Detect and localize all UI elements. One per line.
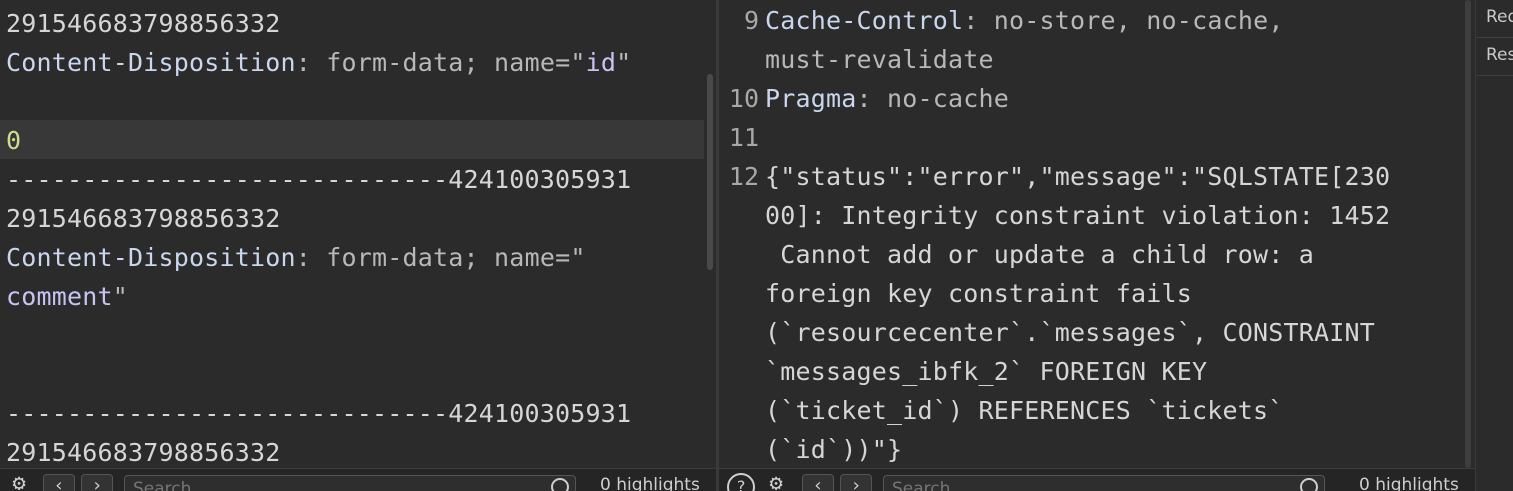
response-body-text: `messages_ibfk_2` FOREIGN KEY bbox=[765, 357, 1208, 386]
line-number bbox=[719, 274, 759, 313]
gear-icon[interactable]: ⚙ bbox=[765, 473, 787, 491]
response-line[interactable]: Pragma: no-cache bbox=[765, 79, 1009, 118]
header-separator: : bbox=[856, 84, 888, 113]
line-number bbox=[719, 235, 759, 274]
request-search-input[interactable] bbox=[131, 478, 518, 491]
header-name: Pragma bbox=[765, 84, 857, 113]
response-line[interactable]: (`ticket_id`) REFERENCES `tickets` bbox=[765, 391, 1284, 430]
search-icon[interactable] bbox=[1300, 478, 1318, 491]
header-param-value: comment bbox=[6, 282, 113, 311]
request-scrollbar[interactable] bbox=[707, 74, 713, 270]
request-highlights-count: 0 highlights bbox=[600, 475, 700, 491]
response-line[interactable]: foreign key constraint fails bbox=[765, 274, 1192, 313]
line-number bbox=[719, 430, 759, 469]
line-number bbox=[719, 313, 759, 352]
response-body-text: 00]: Integrity constraint violation: 145… bbox=[765, 201, 1391, 230]
header-value: form-data; name=" bbox=[326, 48, 586, 77]
line-number bbox=[719, 352, 759, 391]
body-text: 291546683798856332 bbox=[6, 204, 281, 233]
request-line[interactable]: -----------------------------42410030593… bbox=[6, 394, 631, 433]
response-line[interactable]: Cache-Control: no-store, no-cache, bbox=[765, 1, 1284, 40]
response-viewer[interactable]: 9 Cache-Control: no-store, no-cache, must-… bbox=[719, 0, 1475, 491]
header-value: must-revalidate bbox=[765, 45, 994, 74]
header-quote: " bbox=[112, 282, 129, 311]
request-search-bar: ⚙ ‹ › 0 highlights bbox=[0, 468, 716, 491]
header-separator: : bbox=[295, 243, 327, 272]
line-number bbox=[719, 391, 759, 430]
current-line-highlight bbox=[0, 120, 704, 159]
gear-icon[interactable]: ⚙ bbox=[8, 473, 30, 491]
response-body-text: Cannot add or update a child row: a bbox=[765, 240, 1315, 269]
side-tab-request-attributes[interactable]: Request attributes bbox=[1476, 0, 1513, 38]
response-search-input[interactable] bbox=[890, 478, 1268, 491]
response-body-text: (`ticket_id`) REFERENCES `tickets` bbox=[765, 396, 1284, 425]
response-body-text: (`id`))"} bbox=[765, 435, 903, 464]
response-highlights-count: 0 highlights bbox=[1359, 475, 1459, 491]
body-text: 291546683798856332 bbox=[6, 9, 281, 38]
chevron-left-icon[interactable]: ‹ bbox=[802, 474, 834, 491]
response-line[interactable]: {"status":"error","message":"SQLSTATE[23… bbox=[765, 157, 1390, 196]
header-quote: " bbox=[616, 48, 632, 77]
line-number: 9 bbox=[743, 6, 759, 35]
body-text: -----------------------------42410030593… bbox=[6, 399, 632, 428]
header-separator: : bbox=[295, 48, 327, 77]
form-field-value: 0 bbox=[6, 126, 22, 155]
search-icon[interactable] bbox=[551, 478, 569, 491]
response-line[interactable]: (`resourcecenter`.`messages`, CONSTRAINT bbox=[765, 313, 1375, 352]
response-search-input-box[interactable] bbox=[883, 475, 1325, 491]
request-line[interactable]: 291546683798856332 bbox=[6, 433, 281, 472]
side-tab-response-headers[interactable]: Response headers bbox=[1476, 38, 1513, 76]
body-text: 291546683798856332 bbox=[6, 438, 281, 467]
request-search-input-box[interactable] bbox=[124, 475, 576, 491]
response-line[interactable]: `messages_ibfk_2` FOREIGN KEY bbox=[765, 352, 1207, 391]
response-line[interactable]: Cannot add or update a child row: a bbox=[765, 235, 1314, 274]
request-line[interactable]: Content-Disposition: form-data; name="id… bbox=[6, 43, 631, 82]
chevron-left-icon[interactable]: ‹ bbox=[43, 474, 75, 491]
inspector-side-panel: Request attributes Response headers bbox=[1475, 0, 1513, 491]
request-editor[interactable]: 291546683798856332 Content-Disposition: f… bbox=[0, 0, 716, 491]
header-value: form-data; name=" bbox=[326, 243, 586, 272]
header-param-value: id bbox=[585, 48, 617, 77]
response-line[interactable]: 00]: Integrity constraint violation: 145… bbox=[765, 196, 1390, 235]
help-icon[interactable]: ? bbox=[727, 473, 755, 491]
request-line[interactable]: -----------------------------42410030593… bbox=[6, 160, 631, 199]
header-name: Content-Disposition bbox=[6, 48, 296, 77]
header-name: Content-Disposition bbox=[6, 243, 296, 272]
header-value: no-cache bbox=[887, 84, 1010, 113]
header-value: no-store, no-cache, bbox=[993, 6, 1284, 35]
request-line[interactable]: Content-Disposition: form-data; name=" bbox=[6, 238, 586, 277]
header-name: Cache-Control bbox=[765, 6, 964, 35]
response-search-bar: ? ⚙ ‹ › 0 highlights bbox=[719, 468, 1475, 491]
line-number: 12 bbox=[728, 162, 759, 191]
line-number bbox=[719, 40, 759, 79]
response-body-text: foreign key constraint fails bbox=[765, 279, 1193, 308]
header-separator: : bbox=[963, 6, 994, 35]
line-number: 11 bbox=[728, 123, 759, 152]
request-line[interactable]: 0 bbox=[6, 121, 21, 160]
response-body-text: {"status":"error","message":"SQLSTATE[23… bbox=[765, 162, 1391, 191]
chevron-right-icon[interactable]: › bbox=[81, 474, 113, 491]
chevron-right-icon[interactable]: › bbox=[840, 474, 872, 491]
response-scrollbar[interactable] bbox=[1465, 0, 1471, 468]
response-body-text: (`resourcecenter`.`messages`, CONSTRAINT bbox=[765, 318, 1376, 347]
request-line[interactable]: 291546683798856332 bbox=[6, 4, 281, 43]
request-line[interactable]: comment" bbox=[6, 277, 128, 316]
response-line[interactable]: must-revalidate bbox=[765, 40, 994, 79]
request-line[interactable]: 291546683798856332 bbox=[6, 199, 281, 238]
line-number bbox=[719, 196, 759, 235]
body-text: -----------------------------42410030593… bbox=[6, 165, 632, 194]
response-line[interactable]: (`id`))"} bbox=[765, 430, 902, 469]
line-number: 10 bbox=[728, 84, 759, 113]
